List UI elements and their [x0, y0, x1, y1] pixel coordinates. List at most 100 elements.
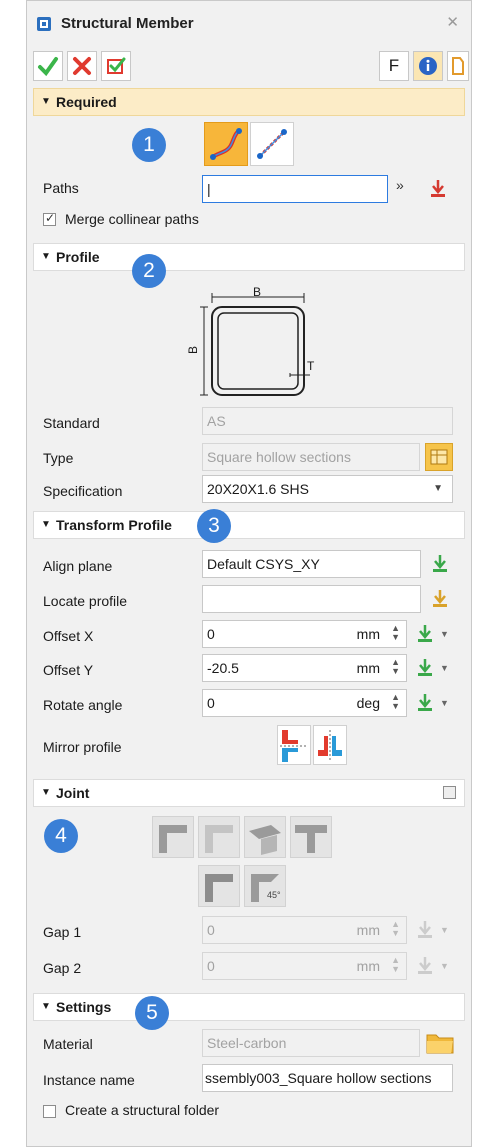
joint-tee-button[interactable] [290, 816, 332, 858]
transform-profile-section-header[interactable]: ▼ Transform Profile [33, 511, 465, 539]
info-button[interactable] [413, 51, 443, 81]
step-badge-3: 3 [197, 509, 231, 543]
close-icon[interactable]: ✕ [446, 13, 459, 31]
mirror-horizontal-icon [280, 730, 308, 762]
offset-y-input[interactable]: -20.5 mm ▲ ▼ [202, 654, 407, 682]
line-path-icon [257, 129, 287, 159]
dropdown-arrow-icon: ▼ [440, 961, 449, 971]
curve-path-icon [210, 128, 242, 160]
diagram-label-h: B [186, 345, 201, 355]
offset-x-unit: mm [356, 626, 380, 642]
mirror-horizontal-button[interactable] [277, 725, 311, 765]
structural-member-panel: Structural Member ✕ F ▼ Required 1 Paths… [26, 0, 472, 1147]
specification-label: Specification [43, 483, 123, 499]
structural-folder-checkbox[interactable] [43, 1105, 56, 1118]
diagram-label-t: T [307, 359, 315, 373]
red-pick-arrow-icon[interactable] [427, 178, 449, 200]
checkmark-icon [38, 57, 58, 77]
green-pick-arrow-icon[interactable] [414, 692, 436, 714]
library-table-icon [430, 449, 448, 465]
joint-miter-icon [159, 825, 187, 853]
offset-y-unit: mm [356, 660, 380, 676]
joint-enable-checkbox[interactable] [443, 786, 456, 799]
profile-section-title: Profile [56, 249, 100, 265]
spinner-icon: ▲ ▼ [391, 919, 400, 938]
cancel-button[interactable] [67, 51, 97, 81]
apply-check-icon [107, 57, 126, 74]
rotate-angle-input[interactable]: 0 deg ▲ ▼ [202, 689, 407, 717]
help-button[interactable] [447, 51, 469, 81]
dropdown-caret-icon: ▼ [433, 483, 443, 494]
green-pick-arrow-icon [418, 957, 432, 974]
spinner-icon[interactable]: ▲ ▼ [391, 693, 400, 711]
gap2-value: 0 [207, 958, 215, 974]
f-button[interactable]: F [379, 51, 409, 81]
offset-x-value: 0 [207, 626, 215, 642]
material-label: Material [43, 1036, 93, 1052]
type-field: Square hollow sections [202, 443, 420, 471]
joint-butt-icon [205, 825, 233, 853]
green-pick-arrow-icon[interactable] [414, 657, 436, 679]
offset-x-input[interactable]: 0 mm ▲ ▼ [202, 620, 407, 648]
joint-section-header[interactable]: ▼ Joint [33, 779, 465, 807]
green-pick-arrow-icon[interactable] [429, 553, 451, 575]
dropdown-arrow-icon[interactable]: ▼ [440, 698, 449, 708]
curve-path-button[interactable] [204, 122, 248, 166]
instance-name-field[interactable]: ssembly003_Square hollow sections [202, 1064, 453, 1092]
standard-label: Standard [43, 415, 100, 431]
align-plane-field[interactable]: Default CSYS_XY [202, 550, 421, 578]
green-pick-arrow-icon [418, 921, 432, 938]
joint-corner-icon [205, 874, 233, 902]
collapse-triangle-icon: ▼ [41, 251, 51, 262]
expand-chevrons-icon[interactable]: » [396, 177, 404, 193]
mirror-vertical-button[interactable] [313, 725, 347, 765]
dropdown-arrow-icon[interactable]: ▼ [440, 663, 449, 673]
material-field: Steel-carbon [202, 1029, 420, 1057]
ok-button[interactable] [33, 51, 63, 81]
window-title: Structural Member [61, 15, 194, 32]
joint-corner-button[interactable] [198, 865, 240, 907]
browse-library-button[interactable] [425, 443, 453, 471]
yellow-pick-arrow-icon[interactable] [429, 588, 451, 610]
diagram-label-b: B [253, 285, 262, 299]
required-section-header[interactable]: ▼ Required [33, 88, 465, 116]
specification-select[interactable]: 20X20X1.6 SHS ▼ [202, 475, 453, 503]
toolbar: F [27, 51, 471, 85]
step-badge-5: 5 [135, 996, 169, 1030]
instance-name-label: Instance name [43, 1072, 135, 1088]
gap1-value: 0 [207, 922, 215, 938]
joint-overlap-button[interactable] [244, 816, 286, 858]
rotate-angle-label: Rotate angle [43, 697, 123, 713]
spinner-icon[interactable]: ▲ ▼ [391, 658, 400, 676]
collapse-triangle-icon: ▼ [41, 1001, 51, 1012]
locate-profile-label: Locate profile [43, 593, 128, 609]
locate-profile-field[interactable] [202, 585, 421, 613]
dropdown-arrow-icon[interactable]: ▼ [440, 629, 449, 639]
gap2-label: Gap 2 [43, 960, 82, 976]
joint-tee-icon [295, 825, 327, 853]
joint-miter-button[interactable] [152, 816, 194, 858]
rotate-angle-value: 0 [207, 695, 215, 711]
structural-folder-label: Create a structural folder [65, 1102, 220, 1118]
standard-field: AS [202, 407, 453, 435]
joint-45-button[interactable]: 45° [244, 865, 286, 907]
joint-section-title: Joint [56, 785, 90, 801]
gap2-input: 0 mm ▲ ▼ [202, 952, 407, 980]
profile-section-header[interactable]: ▼ Profile [33, 243, 465, 271]
joint-butt-button[interactable] [198, 816, 240, 858]
line-path-button[interactable] [250, 122, 294, 166]
help-doc-icon [452, 57, 464, 75]
merge-collinear-checkbox[interactable] [43, 211, 56, 226]
spinner-icon[interactable]: ▲ ▼ [391, 624, 400, 642]
gap1-input: 0 mm ▲ ▼ [202, 916, 407, 944]
paths-input[interactable]: | [202, 175, 388, 203]
material-browse-button[interactable] [425, 1029, 455, 1057]
profile-shs-diagram [200, 293, 310, 396]
apply-button[interactable] [101, 51, 131, 81]
gap1-unit: mm [356, 922, 380, 938]
step-badge-2: 2 [132, 254, 166, 288]
green-pick-arrow-icon[interactable] [414, 623, 436, 645]
mirror-profile-label: Mirror profile [43, 739, 122, 755]
settings-section-header[interactable]: ▼ Settings [33, 993, 465, 1021]
info-icon [419, 57, 437, 75]
